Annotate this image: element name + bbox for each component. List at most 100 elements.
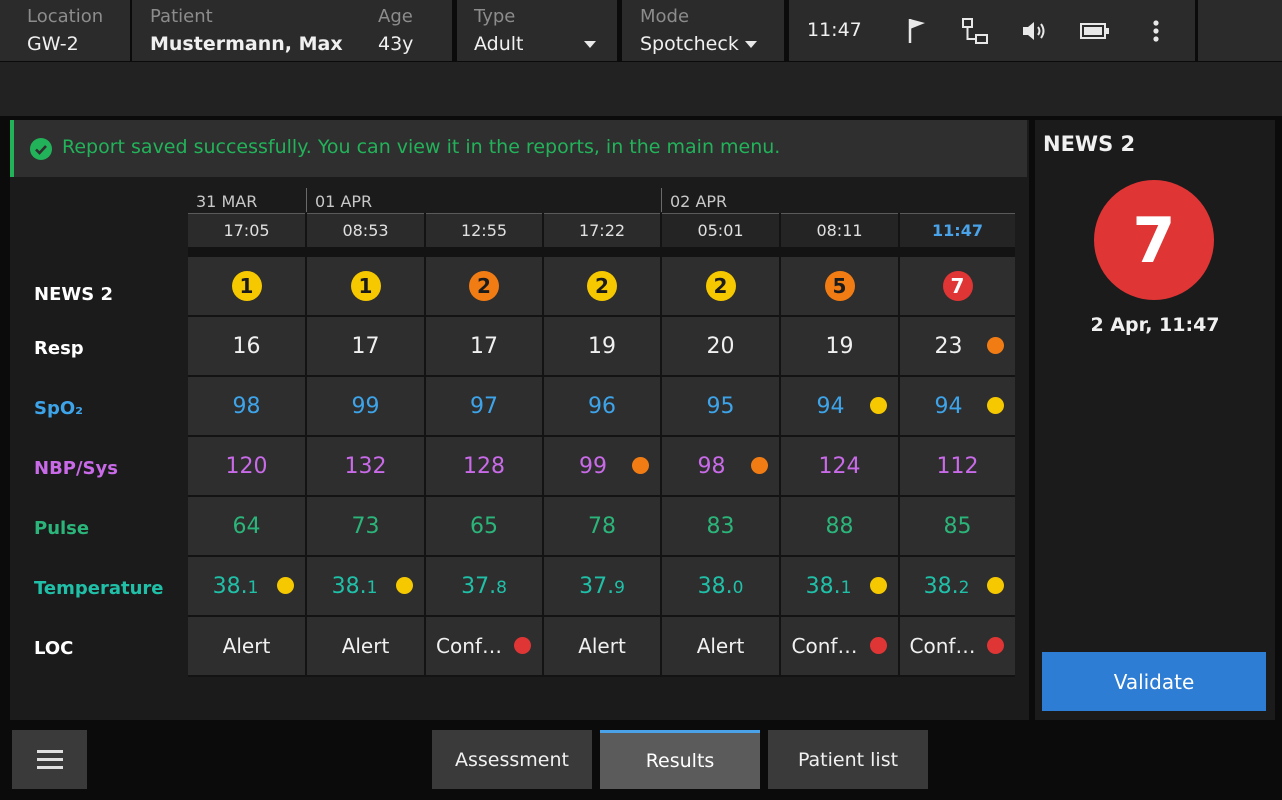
time-column-header[interactable]: 08:11 [781,213,898,247]
temperature-decimal: 1 [247,577,259,598]
alert-dot-icon [751,457,769,475]
main-menu-button[interactable] [12,730,87,789]
date-header: 01 APR [315,192,373,211]
time-column-header[interactable]: 17:05 [188,213,305,247]
temperature-cell[interactable]: 38.1 [307,557,424,615]
resp-cell[interactable]: 17 [426,317,542,375]
alert-dot-icon [870,397,888,415]
mode-label: Mode [640,6,690,27]
nbp-sys-cell[interactable]: 128 [426,437,542,495]
mode-value: Spotcheck [640,33,739,55]
spo2-cell[interactable]: 97 [426,377,542,435]
row-label-nbp-sys: NBP/Sys [34,458,118,479]
alert-dot-icon [870,637,887,654]
loc-cell[interactable]: Conf… [426,617,542,675]
news2-cell[interactable]: 5 [781,257,898,315]
pulse-cell[interactable]: 64 [188,497,305,555]
time-column-header[interactable]: 17:22 [544,213,660,247]
temperature-cell[interactable]: 38.1 [781,557,898,615]
news2-summary-panel: NEWS 2 7 2 Apr, 11:47 Validate [1035,120,1275,720]
news2-cell[interactable]: 1 [307,257,424,315]
spo2-cell[interactable]: 94 [900,377,1015,435]
news2-cell[interactable]: 2 [662,257,779,315]
battery-icon [1078,14,1112,48]
temperature-cell[interactable]: 37.9 [544,557,660,615]
pulse-cell[interactable]: 83 [662,497,779,555]
resp-cell[interactable]: 16 [188,317,305,375]
news2-cell[interactable]: 2 [544,257,660,315]
resp-cell[interactable]: 19 [781,317,898,375]
temperature-cell[interactable]: 38.2 [900,557,1015,615]
validate-button[interactable]: Validate [1042,652,1266,711]
time-column-header[interactable]: 12:55 [426,213,542,247]
temperature-decimal: 1 [366,577,378,598]
nbp-sys-cell[interactable]: 112 [900,437,1015,495]
resp-cell[interactable]: 20 [662,317,779,375]
nbp-sys-value: 128 [463,453,505,479]
alert-dot-icon [396,577,414,595]
temperature-cell[interactable]: 38.1 [188,557,305,615]
hamburger-menu-icon [36,758,63,761]
age-label: Age [378,6,413,27]
resp-cell[interactable]: 17 [307,317,424,375]
news2-score-badge: 2 [705,271,736,301]
time-column-header[interactable]: 05:01 [662,213,779,247]
pulse-cell[interactable]: 88 [781,497,898,555]
header-spare-cell [1198,0,1282,61]
temperature-value: 38.0 [698,574,744,599]
time-column-header[interactable]: 11:47 [900,213,1015,247]
spo2-cell[interactable]: 99 [307,377,424,435]
nbp-sys-cell[interactable]: 99 [544,437,660,495]
temperature-integer: 38. [697,573,733,599]
temperature-cell[interactable]: 38.0 [662,557,779,615]
news2-score-badge: 1 [350,271,381,301]
news2-cell[interactable]: 2 [426,257,542,315]
alert-dot-icon [987,337,1004,354]
alert-dot-icon [514,637,532,655]
loc-cell[interactable]: Conf… [900,617,1015,675]
tab-assessment[interactable]: Assessment [432,730,592,789]
loc-cell[interactable]: Conf… [781,617,898,675]
toast-message: Report saved successfully. You can view … [62,136,781,158]
more-vertical-icon[interactable] [1139,14,1173,48]
row-label-loc: LOC [34,638,74,659]
spo2-cell[interactable]: 96 [544,377,660,435]
spo2-cell[interactable]: 98 [188,377,305,435]
loc-cell[interactable]: Alert [544,617,660,675]
resp-cell[interactable]: 23 [900,317,1015,375]
location-label: Location [27,6,104,27]
mode-dropdown[interactable]: Mode Spotcheck [622,0,784,61]
pulse-value: 85 [943,513,972,539]
type-dropdown[interactable]: Type Adult [457,0,617,61]
tab-results[interactable]: Results [600,730,760,789]
speaker-icon[interactable] [1017,14,1051,48]
network-icon[interactable] [958,14,992,48]
spo2-value: 94 [816,393,845,419]
sub-header-band [0,62,1282,116]
nbp-sys-cell[interactable]: 132 [307,437,424,495]
loc-cell[interactable]: Alert [307,617,424,675]
nbp-sys-cell[interactable]: 98 [662,437,779,495]
pulse-cell[interactable]: 65 [426,497,542,555]
resp-value: 20 [706,333,735,359]
time-column-header[interactable]: 08:53 [307,213,424,247]
patient-field[interactable]: Patient Mustermann, Max Age 43y [132,0,452,61]
hamburger-menu-icon [36,766,63,769]
success-toast: Report saved successfully. You can view … [10,120,1027,177]
news2-cell[interactable]: 7 [900,257,1015,315]
nbp-sys-cell[interactable]: 124 [781,437,898,495]
spo2-cell[interactable]: 94 [781,377,898,435]
nbp-sys-cell[interactable]: 120 [188,437,305,495]
pulse-cell[interactable]: 85 [900,497,1015,555]
pulse-cell[interactable]: 73 [307,497,424,555]
news2-cell[interactable]: 1 [188,257,305,315]
pulse-cell[interactable]: 78 [544,497,660,555]
loc-cell[interactable]: Alert [662,617,779,675]
pulse-value: 78 [588,513,616,539]
loc-cell[interactable]: Alert [188,617,305,675]
resp-cell[interactable]: 19 [544,317,660,375]
tab-patient-list[interactable]: Patient list [768,730,928,789]
flag-icon[interactable] [900,14,934,48]
temperature-cell[interactable]: 37.8 [426,557,542,615]
spo2-cell[interactable]: 95 [662,377,779,435]
